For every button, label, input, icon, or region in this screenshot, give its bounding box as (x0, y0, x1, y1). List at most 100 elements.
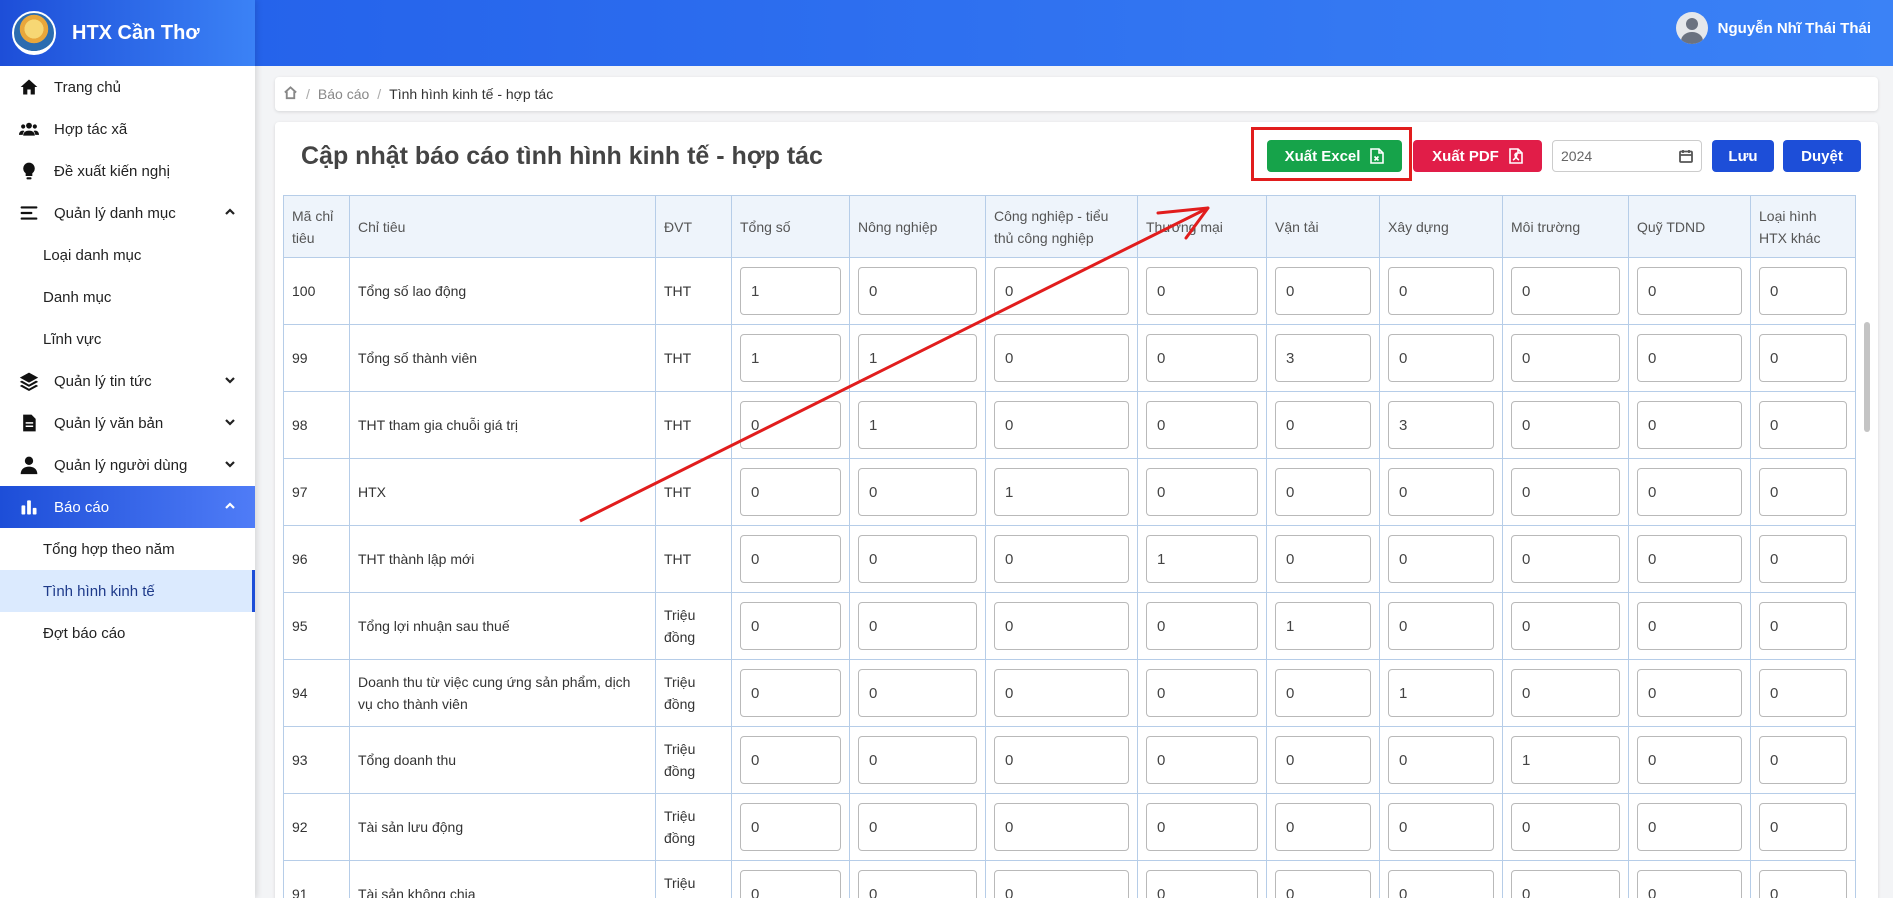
chevron-down-icon[interactable] (223, 457, 237, 471)
value-input[interactable] (740, 535, 841, 583)
value-input[interactable] (1388, 468, 1494, 516)
value-input[interactable] (1511, 803, 1620, 851)
value-input[interactable] (858, 468, 977, 516)
save-button[interactable]: Lưu (1712, 140, 1774, 172)
user-menu[interactable]: Nguyễn Nhĩ Thái Thái (1675, 12, 1871, 44)
value-input[interactable] (1511, 669, 1620, 717)
sidebar-item-proposals[interactable]: Đề xuất kiến nghị (0, 150, 255, 192)
value-input[interactable] (1275, 602, 1371, 650)
chevron-down-icon[interactable] (223, 373, 237, 387)
value-input[interactable] (1511, 602, 1620, 650)
value-input[interactable] (1388, 870, 1494, 898)
value-input[interactable] (858, 870, 977, 898)
approve-button[interactable]: Duyệt (1783, 140, 1861, 172)
value-input[interactable] (1637, 803, 1742, 851)
value-input[interactable] (1146, 669, 1258, 717)
value-input[interactable] (1759, 602, 1847, 650)
value-input[interactable] (1146, 870, 1258, 898)
value-input[interactable] (1388, 736, 1494, 784)
value-input[interactable] (1637, 267, 1742, 315)
brand[interactable]: HTX Cần Thơ (0, 0, 255, 66)
value-input[interactable] (994, 602, 1129, 650)
value-input[interactable] (740, 669, 841, 717)
value-input[interactable] (740, 334, 841, 382)
sidebar-subitem-economic-situation[interactable]: Tình hình kinh tế (0, 570, 255, 612)
value-input[interactable] (1511, 267, 1620, 315)
value-input[interactable] (1146, 334, 1258, 382)
value-input[interactable] (740, 602, 841, 650)
calendar-icon[interactable] (1679, 149, 1693, 163)
value-input[interactable] (858, 401, 977, 449)
value-input[interactable] (1275, 267, 1371, 315)
value-input[interactable] (1759, 669, 1847, 717)
value-input[interactable] (1637, 468, 1742, 516)
value-input[interactable] (858, 803, 977, 851)
value-input[interactable] (994, 267, 1129, 315)
value-input[interactable] (1759, 401, 1847, 449)
sidebar-subitem-yearly-summary[interactable]: Tổng hợp theo năm (0, 528, 255, 570)
value-input[interactable] (1637, 669, 1742, 717)
value-input[interactable] (1759, 334, 1847, 382)
value-input[interactable] (1146, 736, 1258, 784)
value-input[interactable] (1759, 468, 1847, 516)
value-input[interactable] (858, 736, 977, 784)
value-input[interactable] (994, 870, 1129, 898)
value-input[interactable] (1146, 602, 1258, 650)
value-input[interactable] (858, 669, 977, 717)
value-input[interactable] (994, 334, 1129, 382)
value-input[interactable] (1759, 267, 1847, 315)
value-input[interactable] (1637, 870, 1742, 898)
value-input[interactable] (1275, 669, 1371, 717)
value-input[interactable] (1146, 803, 1258, 851)
value-input[interactable] (994, 535, 1129, 583)
sidebar-item-news-management[interactable]: Quản lý tin tức (0, 360, 255, 402)
vertical-scrollbar[interactable] (1864, 322, 1870, 432)
value-input[interactable] (740, 267, 841, 315)
value-input[interactable] (1146, 468, 1258, 516)
value-input[interactable] (1511, 468, 1620, 516)
export-pdf-button[interactable]: Xuất PDF (1413, 140, 1542, 172)
sidebar-item-cooperatives[interactable]: Hợp tác xã (0, 108, 255, 150)
value-input[interactable] (994, 669, 1129, 717)
sidebar-item-category-management[interactable]: Quản lý danh mục (0, 192, 255, 234)
value-input[interactable] (1759, 736, 1847, 784)
value-input[interactable] (858, 535, 977, 583)
value-input[interactable] (1275, 535, 1371, 583)
export-excel-button[interactable]: Xuất Excel (1267, 140, 1402, 172)
sidebar-item-user-management[interactable]: Quản lý người dùng (0, 444, 255, 486)
value-input[interactable] (1275, 870, 1371, 898)
value-input[interactable] (740, 803, 841, 851)
value-input[interactable] (1146, 267, 1258, 315)
value-input[interactable] (1388, 334, 1494, 382)
value-input[interactable] (740, 401, 841, 449)
value-input[interactable] (1637, 401, 1742, 449)
value-input[interactable] (994, 468, 1129, 516)
value-input[interactable] (994, 803, 1129, 851)
home-icon[interactable] (283, 85, 298, 103)
value-input[interactable] (1511, 870, 1620, 898)
value-input[interactable] (858, 602, 977, 650)
value-input[interactable] (994, 736, 1129, 784)
value-input[interactable] (1275, 468, 1371, 516)
sidebar-subitem-categories[interactable]: Danh mục (0, 276, 255, 318)
value-input[interactable] (1388, 602, 1494, 650)
value-input[interactable] (1637, 535, 1742, 583)
value-input[interactable] (1275, 803, 1371, 851)
value-input[interactable] (858, 267, 977, 315)
value-input[interactable] (1275, 736, 1371, 784)
value-input[interactable] (1388, 535, 1494, 583)
sidebar-subitem-fields[interactable]: Lĩnh vực (0, 318, 255, 360)
value-input[interactable] (1637, 736, 1742, 784)
chevron-down-icon[interactable] (223, 415, 237, 429)
breadcrumb-reports[interactable]: Báo cáo (318, 86, 369, 102)
value-input[interactable] (1511, 535, 1620, 583)
year-picker[interactable]: 2024 (1552, 140, 1702, 172)
value-input[interactable] (1388, 401, 1494, 449)
value-input[interactable] (1637, 602, 1742, 650)
value-input[interactable] (1637, 334, 1742, 382)
value-input[interactable] (1511, 736, 1620, 784)
value-input[interactable] (858, 334, 977, 382)
chevron-up-icon[interactable] (223, 499, 237, 513)
value-input[interactable] (1275, 401, 1371, 449)
value-input[interactable] (740, 870, 841, 898)
